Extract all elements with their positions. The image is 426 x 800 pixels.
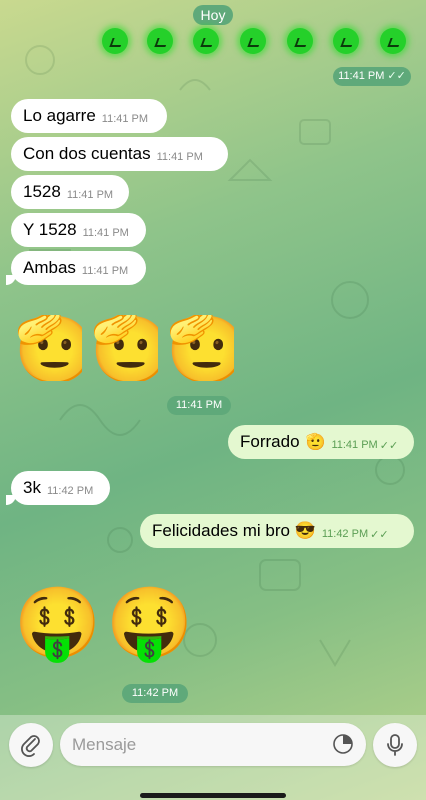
message-text: Ambas <box>23 258 76 277</box>
message-time: 11:41 PM <box>66 189 114 201</box>
first-time-pill: 11:41 PM ✓✓ <box>333 67 411 86</box>
message-text: Con dos cuentas <box>23 144 151 163</box>
date-label: Hoy <box>193 5 233 25</box>
message-input[interactable]: Mensaje <box>60 723 366 766</box>
message-time: 11:41 PM <box>331 439 378 451</box>
message-time: 11:41 PM <box>81 265 129 277</box>
message-text: 3k <box>23 478 41 497</box>
microphone-button[interactable] <box>373 723 417 767</box>
message-time: 11:42 PM <box>46 485 94 497</box>
read-ticks-icon: ✓✓ <box>379 439 399 452</box>
salute-time: 11:41 PM <box>167 396 231 415</box>
status-dot-5[interactable] <box>287 28 313 54</box>
status-dot-1[interactable] <box>102 28 128 54</box>
message-in-3[interactable]: 1528 11:41 PM <box>11 175 129 209</box>
status-dot-6[interactable] <box>333 28 359 54</box>
read-ticks-icon: ✓✓ <box>387 70 406 82</box>
message-text: Y 1528 <box>23 220 77 239</box>
message-in-4[interactable]: Y 1528 11:41 PM <box>11 213 146 247</box>
message-text: Lo agarre <box>23 106 96 125</box>
status-dot-4[interactable] <box>240 28 266 54</box>
home-indicator <box>140 793 286 798</box>
message-in-1[interactable]: Lo agarre 11:41 PM <box>11 99 167 133</box>
message-text: Forrado <box>240 432 300 451</box>
message-text: 1528 <box>23 182 61 201</box>
message-time: 11:41 PM <box>82 227 129 239</box>
message-text: Felicidades mi bro 😎 <box>152 521 316 540</box>
status-dot-3[interactable] <box>193 28 219 54</box>
message-out-felicidades[interactable]: Felicidades mi bro 😎 11:42 PM ✓✓ <box>140 514 414 548</box>
message-out-forrado[interactable]: Forrado 🫡 11:41 PM ✓✓ <box>228 425 414 459</box>
status-dot-2[interactable] <box>147 28 173 54</box>
message-in-5[interactable]: Ambas 11:41 PM <box>11 251 146 285</box>
sticker-icon[interactable] <box>332 733 354 755</box>
read-ticks-icon: ✓✓ <box>370 528 389 541</box>
message-time: 11:42 PM <box>321 528 369 540</box>
bubble-tail <box>6 275 16 285</box>
message-in-3k[interactable]: 3k 11:42 PM <box>11 471 110 505</box>
salute-emoji-1[interactable]: 🫡 <box>14 315 82 381</box>
bubble-tail <box>6 495 16 505</box>
attach-button[interactable] <box>9 723 53 767</box>
salute-emoji-2[interactable]: 🫡 <box>90 315 158 381</box>
first-time: 11:41 PM <box>338 70 385 82</box>
message-time: 11:41 PM <box>156 151 203 163</box>
microphone-icon <box>387 734 403 756</box>
money-face-emoji-1[interactable]: 🤑 <box>14 588 101 658</box>
message-emoji: 🫡 <box>305 434 326 451</box>
message-in-2[interactable]: Con dos cuentas 11:41 PM <box>11 137 228 171</box>
money-face-emoji-2[interactable]: 🤑 <box>106 588 193 658</box>
message-placeholder: Mensaje <box>72 734 137 754</box>
money-time: 11:42 PM <box>122 684 188 703</box>
status-dot-7[interactable] <box>380 28 406 54</box>
salute-emoji-3[interactable]: 🫡 <box>166 315 234 381</box>
message-time: 11:41 PM <box>101 113 149 125</box>
paperclip-icon <box>21 735 40 757</box>
